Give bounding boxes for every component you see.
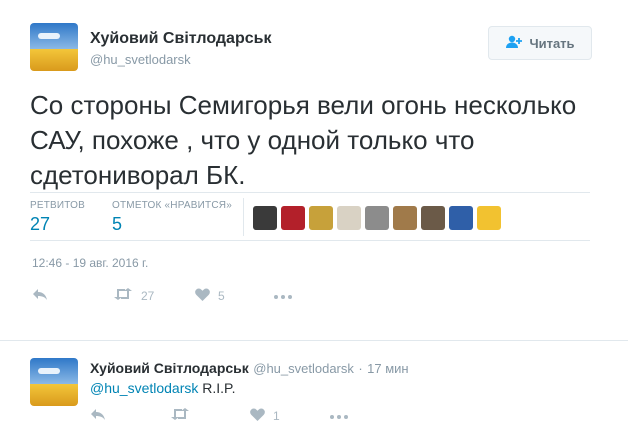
reply-time[interactable]: 17 мин <box>367 361 408 376</box>
liker-avatar[interactable] <box>421 206 445 230</box>
reply-header: Хуйовий Світлодарськ @hu_svetlodarsk · 1… <box>90 360 409 378</box>
likers-list <box>253 206 501 230</box>
reply-icon <box>90 408 106 423</box>
retweet-action[interactable]: 27 <box>113 288 154 303</box>
heart-icon <box>250 408 265 424</box>
retweets-count[interactable]: 27 <box>30 214 50 235</box>
reply-like-action[interactable]: 1 <box>250 408 280 424</box>
reply-like-count: 1 <box>273 409 280 423</box>
liker-avatar[interactable] <box>477 206 501 230</box>
liker-avatar[interactable] <box>393 206 417 230</box>
liker-avatar[interactable] <box>337 206 361 230</box>
like-action[interactable]: 5 <box>195 288 225 304</box>
tweet-text: Со стороны Семигорья вели огонь нескольк… <box>30 90 577 190</box>
liker-avatar[interactable] <box>253 206 277 230</box>
follow-label: Читать <box>529 35 575 51</box>
follow-button[interactable]: Читать <box>488 26 592 60</box>
retweet-icon <box>170 408 190 423</box>
reply-retweet-action[interactable] <box>170 408 190 423</box>
retweet-icon <box>113 288 133 303</box>
author-avatar[interactable] <box>30 23 78 71</box>
author-name[interactable]: Хуйовий Світлодарськ <box>90 30 271 48</box>
liker-avatar[interactable] <box>449 206 473 230</box>
reply-icon <box>32 288 48 303</box>
reply-author-name[interactable]: Хуйовий Світлодарськ <box>90 360 249 376</box>
reply-text-container: @hu_svetlodarsk R.I.P. <box>90 380 235 396</box>
more-action[interactable] <box>274 288 292 302</box>
reply-text: R.I.P. <box>202 380 236 396</box>
reply-reply-action[interactable] <box>90 408 106 423</box>
likes-count[interactable]: 5 <box>112 214 122 235</box>
retweet-count: 27 <box>141 288 155 303</box>
liker-avatar[interactable] <box>309 206 333 230</box>
reply-more-action[interactable] <box>330 408 348 422</box>
add-user-icon <box>505 35 523 52</box>
more-icon <box>330 408 348 422</box>
reply-action[interactable] <box>32 288 48 303</box>
liker-avatar[interactable] <box>281 206 305 230</box>
retweets-label: РЕТВИТОВ <box>30 200 86 211</box>
author-handle[interactable]: @hu_svetlodarsk <box>90 52 191 67</box>
stats-bottom-divider <box>30 240 590 241</box>
reply-dot: · <box>358 361 363 376</box>
reply-author-handle[interactable]: @hu_svetlodarsk <box>253 361 354 376</box>
heart-icon <box>195 288 210 304</box>
reply-author-avatar[interactable] <box>30 358 78 406</box>
liker-avatar[interactable] <box>365 206 389 230</box>
thread-divider <box>0 340 628 341</box>
stats-separator <box>243 198 244 236</box>
more-icon <box>274 288 292 302</box>
stats-top-divider <box>30 192 590 193</box>
reply-mention[interactable]: @hu_svetlodarsk <box>90 380 198 396</box>
likes-label: ОТМЕТОК «НРАВИТСЯ» <box>112 200 232 211</box>
tweet-timestamp[interactable]: 12:46 - 19 авг. 2016 г. <box>32 256 148 270</box>
like-count: 5 <box>218 289 225 303</box>
